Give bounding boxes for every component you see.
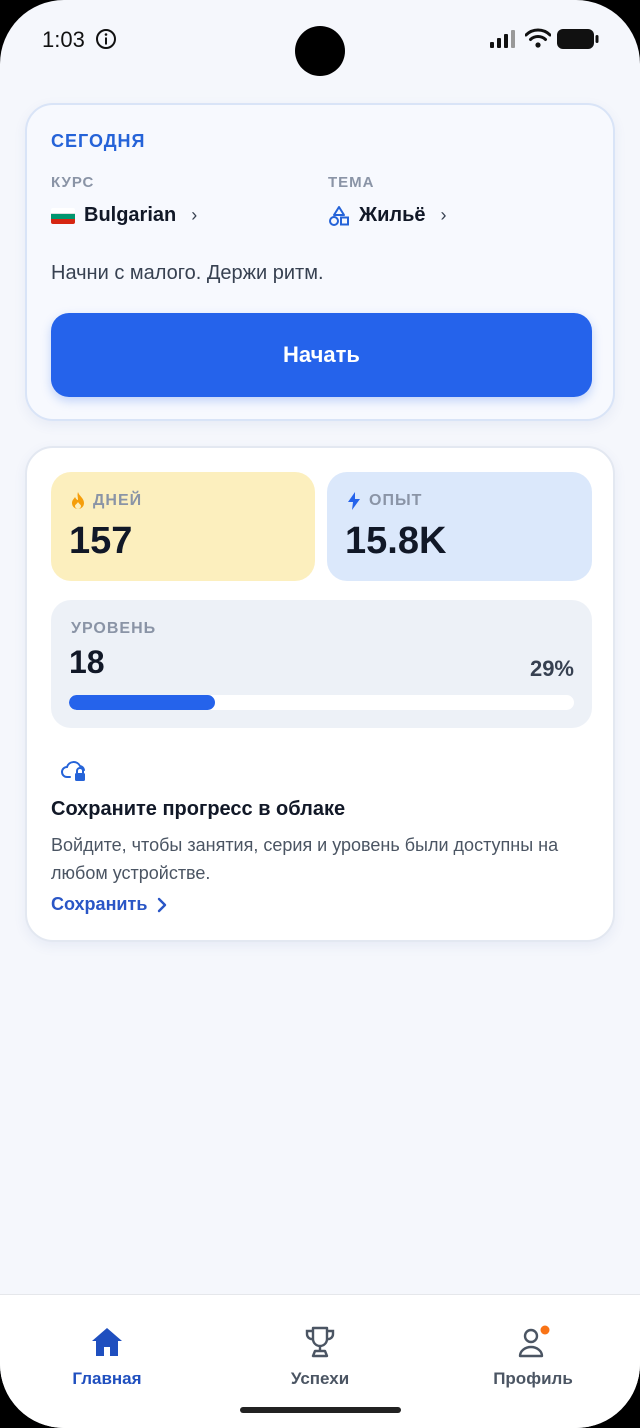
chevron-right-icon: › <box>440 205 447 225</box>
tab-home-label: Главная <box>72 1369 142 1388</box>
save-progress-link[interactable]: Сохранить <box>51 894 167 915</box>
topic-selector[interactable]: Жильё › <box>328 204 447 227</box>
topic-label: ТЕМА <box>328 174 375 191</box>
streak-days-tile[interactable]: ДНЕЙ 157 <box>51 472 315 581</box>
tab-home[interactable]: Главная <box>32 1323 182 1389</box>
tab-achievements[interactable]: Успехи <box>245 1323 395 1389</box>
tab-achievements-label: Успехи <box>290 1369 350 1388</box>
battery-icon <box>557 29 599 49</box>
save-link-label: Сохранить <box>51 894 148 914</box>
xp-value: 15.8K <box>345 520 447 562</box>
xp-tile[interactable]: ОПЫТ 15.8K <box>327 472 592 581</box>
tab-profile[interactable]: Профиль <box>458 1323 608 1389</box>
days-value: 157 <box>69 520 133 562</box>
camera-cutout <box>295 26 345 76</box>
home-icon <box>92 1328 122 1356</box>
wifi-icon <box>525 28 551 48</box>
info-icon <box>96 29 116 49</box>
course-label: КУРС <box>51 174 95 191</box>
topic-value: Жильё <box>359 204 426 226</box>
level-value: 18 <box>69 644 105 680</box>
bulgaria-flag-icon <box>51 207 75 224</box>
status-bar: 1:03 <box>0 0 640 80</box>
days-label: ДНЕЙ <box>93 492 143 509</box>
cloud-save-title: Сохраните прогресс в облаке <box>51 798 346 820</box>
chevron-right-icon: › <box>191 205 198 225</box>
level-progress-fill <box>69 695 216 710</box>
level-tile[interactable]: УРОВЕНЬ 18 29% <box>51 600 592 728</box>
level-label: УРОВЕНЬ <box>71 620 157 637</box>
cloud-save-description: Войдите, чтобы занятия, серия и уровень … <box>51 835 559 883</box>
lightning-icon <box>348 492 360 510</box>
level-progress-bar <box>69 695 574 710</box>
start-button[interactable]: Начать <box>51 313 592 397</box>
shapes-icon <box>329 205 349 226</box>
chevron-right-icon <box>158 897 167 912</box>
today-card: СЕГОДНЯ КУРС Bulgarian › ТЕМА Жильё › На… <box>25 103 615 421</box>
today-title: СЕГОДНЯ <box>51 131 146 151</box>
level-progress-percent: 29% <box>529 656 574 681</box>
tagline: Начни с малого. Держи ритм. <box>51 262 324 284</box>
tab-profile-label: Профиль <box>493 1369 573 1388</box>
cloud-lock-icon <box>61 761 85 781</box>
course-selector[interactable]: Bulgarian › <box>51 204 197 227</box>
xp-label: ОПЫТ <box>369 492 423 509</box>
profile-icon <box>518 1325 550 1358</box>
phone-screen: 1:03 СЕГОДНЯ КУРС Bulgarian › ТЕМА Жильё… <box>0 0 640 1428</box>
flame-icon <box>72 492 84 509</box>
notification-badge <box>540 1325 550 1335</box>
home-indicator <box>240 1407 401 1413</box>
signal-icon <box>490 30 515 48</box>
stats-card: ДНЕЙ 157 ОПЫТ 15.8K УРОВЕНЬ 18 29% Сохра… <box>25 446 615 942</box>
course-value: Bulgarian <box>84 204 177 226</box>
trophy-icon <box>305 1326 335 1358</box>
status-time: 1:03 <box>42 27 85 52</box>
